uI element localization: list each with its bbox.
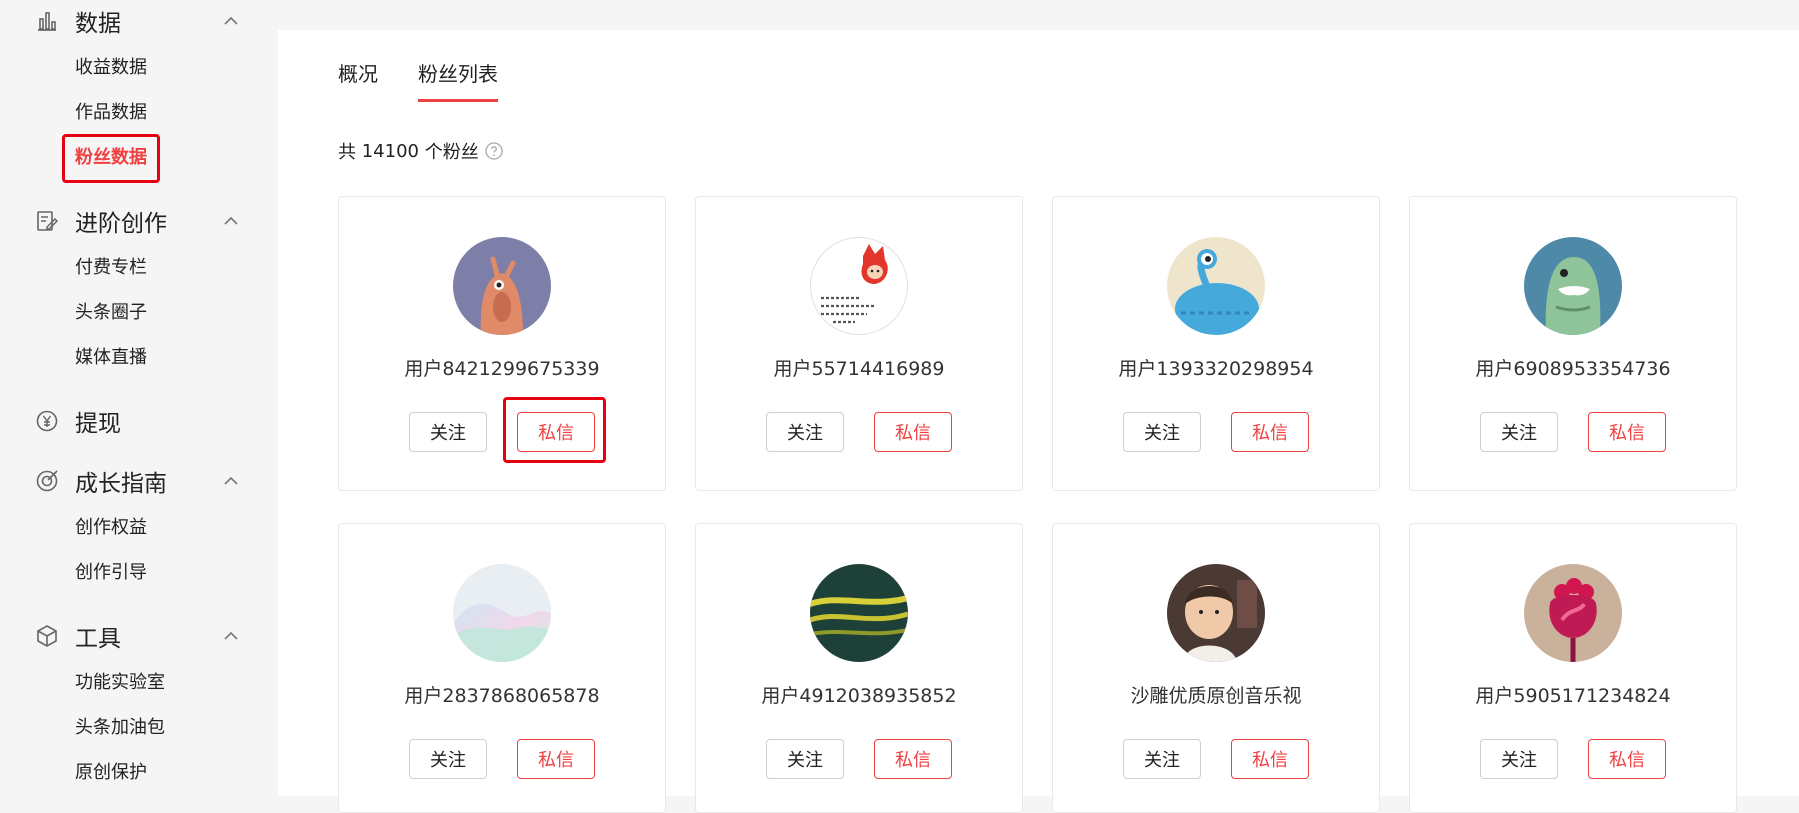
sidebar-section-title: 成长指南 [75,471,167,497]
fan-card: 用户6908953354736 关注 私信 [1409,196,1737,491]
fan-card: 用户5905171234824 关注 私信 [1409,523,1737,813]
child-photo-avatar[interactable] [1167,564,1265,662]
fan-username: 用户1393320298954 [1118,358,1314,380]
red-fox-cartoon-avatar[interactable] [810,237,908,335]
chevron-up-icon[interactable] [222,472,240,490]
sidebar: 数据 收益数据 作品数据 粉丝数据 进阶创作 付费专栏 头条圈子 媒体直播 提现… [0,0,278,796]
fan-card: 用户8421299675339 关注 私信 [338,196,666,491]
follow-button[interactable]: 关注 [766,739,844,779]
follow-button[interactable]: 关注 [1123,412,1201,452]
sidebar-item-revenue-data[interactable]: 收益数据 [75,53,147,83]
fan-username: 用户4912038935852 [761,685,957,707]
sidebar-item-works-data[interactable]: 作品数据 [75,98,147,128]
chevron-up-icon[interactable] [222,212,240,230]
message-button[interactable]: 私信 [1588,739,1666,779]
sidebar-item-live[interactable]: 媒体直播 [75,343,147,373]
fan-card: 用户1393320298954 关注 私信 [1052,196,1380,491]
sidebar-item-paid-column[interactable]: 付费专栏 [75,253,147,283]
fan-card: 用户55714416989 关注 私信 [695,196,1023,491]
sidebar-section-title: 数据 [75,11,121,37]
sidebar-section-withdraw[interactable]: 提现 [35,401,240,441]
sidebar-section-title: 工具 [75,626,121,652]
question-help-icon[interactable] [485,142,503,160]
sidebar-section-title: 提现 [75,411,121,437]
follow-button[interactable]: 关注 [1480,739,1558,779]
message-button[interactable]: 私信 [874,412,952,452]
fan-count-suffix: 个粉丝 [424,142,479,163]
sidebar-item-boost-pack[interactable]: 头条加油包 [75,713,165,743]
sidebar-item-feature-lab[interactable]: 功能实验室 [75,668,165,698]
message-button[interactable]: 私信 [517,739,595,779]
brown-creature-avatar[interactable] [453,237,551,335]
chevron-up-icon[interactable] [222,12,240,30]
message-button[interactable]: 私信 [1231,739,1309,779]
fan-card: 用户2837868065878 关注 私信 [338,523,666,813]
fan-username: 用户2837868065878 [404,685,600,707]
main-panel: 概况 粉丝列表 共 14100 个粉丝 用户8421299675339 关注 私… [278,30,1799,813]
fan-username: 用户5905171234824 [1475,685,1671,707]
message-button[interactable]: 私信 [1231,412,1309,452]
tab-fans-list[interactable]: 粉丝列表 [418,58,498,102]
fan-count-number: 14100 [361,140,419,162]
sidebar-item-circle[interactable]: 头条圈子 [75,298,147,328]
green-monster-avatar[interactable] [1524,237,1622,335]
blue-alien-avatar[interactable] [1167,237,1265,335]
follow-button[interactable]: 关注 [766,412,844,452]
sidebar-item-original-protect[interactable]: 原创保护 [75,758,147,788]
sidebar-section-tools[interactable]: 工具 [35,616,240,656]
fan-card: 用户4912038935852 关注 私信 [695,523,1023,813]
highlight-box [503,397,606,463]
follow-button[interactable]: 关注 [409,412,487,452]
fan-card: 沙雕优质原创音乐视 关注 私信 [1052,523,1380,813]
cube-icon [37,625,57,647]
pink-flower-avatar[interactable] [1524,564,1622,662]
fan-count: 共 14100 个粉丝 [338,138,503,164]
sidebar-item-creator-rights[interactable]: 创作权益 [75,513,147,543]
sidebar-item-creator-guide[interactable]: 创作引导 [75,558,147,588]
follow-button[interactable]: 关注 [1123,739,1201,779]
highlight-box [62,134,160,183]
message-button[interactable]: 私信 [874,739,952,779]
yen-coin-icon [36,410,58,432]
fan-username: 用户6908953354736 [1475,358,1671,380]
tab-overview[interactable]: 概况 [338,58,378,102]
iridescent-waves-avatar[interactable] [453,564,551,662]
message-button[interactable]: 私信 [1588,412,1666,452]
growth-target-icon [36,470,58,492]
bar-chart-icon [38,12,56,31]
follow-button[interactable]: 关注 [409,739,487,779]
fan-username: 用户55714416989 [773,358,945,380]
sidebar-section-title: 进阶创作 [75,211,167,237]
edit-doc-icon [37,211,59,231]
fan-count-prefix: 共 [338,142,356,163]
sidebar-section-advanced[interactable]: 进阶创作 [35,201,240,241]
fan-username: 沙雕优质原创音乐视 [1130,685,1302,707]
fan-username: 用户8421299675339 [404,358,600,380]
follow-button[interactable]: 关注 [1480,412,1558,452]
sidebar-section-growth[interactable]: 成长指南 [35,461,240,501]
chevron-up-icon[interactable] [222,627,240,645]
sidebar-section-data[interactable]: 数据 [35,1,240,41]
yellow-lines-avatar[interactable] [810,564,908,662]
